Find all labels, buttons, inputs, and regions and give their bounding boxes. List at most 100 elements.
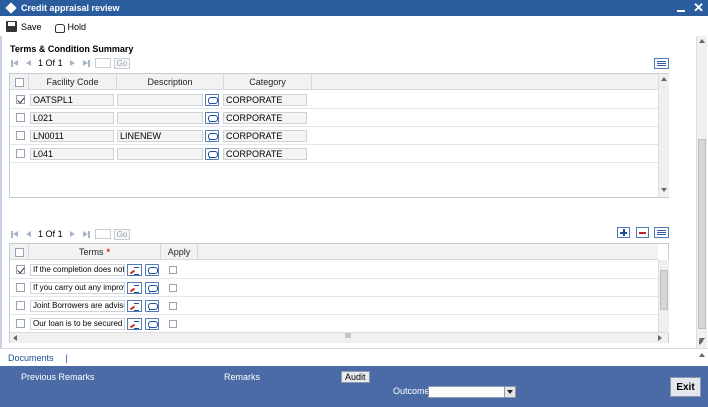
- save-button[interactable]: Save: [6, 21, 42, 32]
- table-row: OATSPL1 CORPORATE: [10, 91, 658, 109]
- terms-grid-vscroll[interactable]: [658, 260, 669, 333]
- table-row: LN0011 LINENEW CORPORATE: [10, 127, 658, 145]
- edit-term-icon[interactable]: [127, 281, 142, 294]
- term-text-field[interactable]: If you carry out any improve: [30, 281, 125, 294]
- window-controls: ✕: [677, 0, 704, 16]
- edit-term-icon[interactable]: [127, 299, 142, 312]
- edit-term-icon[interactable]: [127, 263, 142, 276]
- current-page: 1: [38, 58, 44, 68]
- category-field[interactable]: CORPORATE: [223, 147, 307, 160]
- terms-scroll-thumb[interactable]: [660, 270, 668, 310]
- documents-bar: Documents |: [0, 348, 708, 366]
- description-field[interactable]: LINENEW: [117, 129, 203, 142]
- row-checkbox[interactable]: [15, 149, 25, 158]
- add-row-icon[interactable]: [617, 227, 630, 238]
- comment-icon[interactable]: [205, 147, 219, 160]
- chevron-down-icon[interactable]: [504, 387, 515, 397]
- header-apply: Apply: [161, 244, 198, 260]
- page-hscroll[interactable]: [0, 337, 708, 348]
- row-checkbox[interactable]: [15, 319, 25, 328]
- terms-view-icon[interactable]: [654, 227, 669, 238]
- page-number-input[interactable]: [94, 229, 111, 239]
- description-field[interactable]: [117, 111, 203, 124]
- page-scroll-right-icon[interactable]: [699, 339, 703, 345]
- comment-icon[interactable]: [205, 93, 219, 106]
- row-checkbox[interactable]: [15, 95, 25, 104]
- facility-code-field[interactable]: LN0011: [30, 129, 114, 142]
- category-field[interactable]: CORPORATE: [223, 93, 307, 106]
- comment-icon[interactable]: [145, 281, 159, 294]
- scroll-down-icon[interactable]: [661, 188, 667, 192]
- of-label: Of: [45, 58, 56, 68]
- header-facility-code: Facility Code: [29, 74, 117, 90]
- row-checkbox[interactable]: [15, 131, 25, 140]
- outcome-select[interactable]: [428, 386, 516, 398]
- prev-page-icon[interactable]: [23, 230, 32, 239]
- term-text-field[interactable]: Our loan is to be secured: [30, 317, 125, 330]
- description-field[interactable]: [117, 147, 203, 160]
- page-vscroll[interactable]: [696, 36, 707, 348]
- save-label: Save: [21, 21, 42, 32]
- left-accent-bar: [0, 36, 2, 348]
- facility-grid-vscroll[interactable]: [658, 74, 669, 197]
- row-checkbox[interactable]: [15, 283, 25, 292]
- next-page-icon[interactable]: [69, 59, 78, 68]
- term-text-field[interactable]: Joint Borrowers are advise: [30, 299, 125, 312]
- go-button[interactable]: Go: [113, 228, 131, 240]
- comment-icon[interactable]: [145, 317, 159, 330]
- apply-checkbox[interactable]: [169, 283, 177, 292]
- last-page-icon[interactable]: [82, 230, 91, 239]
- apply-checkbox[interactable]: [169, 301, 177, 310]
- facility-view-icon[interactable]: [654, 58, 669, 69]
- header-terms-label: Terms: [78, 247, 104, 257]
- delete-row-icon[interactable]: [636, 227, 649, 238]
- comment-icon[interactable]: [145, 299, 159, 312]
- facility-code-field[interactable]: L021: [30, 111, 114, 124]
- row-select-cell: [10, 319, 30, 328]
- row-select-cell: [10, 265, 30, 274]
- row-checkbox[interactable]: [15, 265, 25, 274]
- go-button[interactable]: Go: [113, 57, 131, 69]
- hold-label: Hold: [67, 21, 87, 32]
- hold-button[interactable]: Hold: [54, 21, 87, 33]
- next-page-icon[interactable]: [69, 230, 78, 239]
- of-label: Of: [45, 229, 56, 239]
- apply-checkbox[interactable]: [169, 319, 177, 328]
- page-scroll-thumb[interactable]: [698, 139, 706, 329]
- header-terms: Terms *: [29, 244, 161, 260]
- term-text-field[interactable]: If the completion does not: [30, 263, 125, 276]
- documents-link[interactable]: Documents: [8, 353, 54, 363]
- select-all-checkbox[interactable]: [14, 247, 24, 257]
- facility-code-field[interactable]: OATSPL1: [30, 93, 114, 106]
- exit-button[interactable]: Exit: [670, 377, 701, 397]
- row-checkbox[interactable]: [15, 301, 25, 310]
- docbar-scroll-icon[interactable]: [699, 353, 705, 357]
- last-page-icon[interactable]: [82, 59, 91, 68]
- first-page-icon[interactable]: [10, 230, 19, 239]
- close-icon[interactable]: ✕: [693, 0, 704, 16]
- description-field[interactable]: [117, 93, 203, 106]
- row-checkbox[interactable]: [15, 113, 25, 122]
- table-row: Joint Borrowers are advise: [10, 297, 658, 315]
- facility-code-field[interactable]: L041: [30, 147, 114, 160]
- edit-term-icon[interactable]: [127, 317, 142, 330]
- first-page-icon[interactable]: [10, 59, 19, 68]
- page-scroll-up-icon[interactable]: [699, 39, 705, 43]
- prev-page-icon[interactable]: [23, 59, 32, 68]
- minimize-icon[interactable]: [677, 10, 686, 12]
- audit-button[interactable]: Audit: [341, 371, 370, 383]
- scroll-up-icon[interactable]: [661, 77, 667, 81]
- category-field[interactable]: CORPORATE: [223, 111, 307, 124]
- apply-checkbox[interactable]: [169, 265, 177, 274]
- comment-icon[interactable]: [205, 111, 219, 124]
- category-field[interactable]: CORPORATE: [223, 129, 307, 142]
- select-all-checkbox[interactable]: [14, 77, 24, 87]
- previous-remarks-label[interactable]: Previous Remarks: [21, 372, 95, 382]
- table-row: L021 CORPORATE: [10, 109, 658, 127]
- row-select-cell: [10, 301, 30, 310]
- page-number-input[interactable]: [94, 58, 111, 68]
- remarks-label[interactable]: Remarks: [224, 372, 260, 382]
- row-select-cell: [10, 283, 30, 292]
- comment-icon[interactable]: [205, 129, 219, 142]
- comment-icon[interactable]: [145, 263, 159, 276]
